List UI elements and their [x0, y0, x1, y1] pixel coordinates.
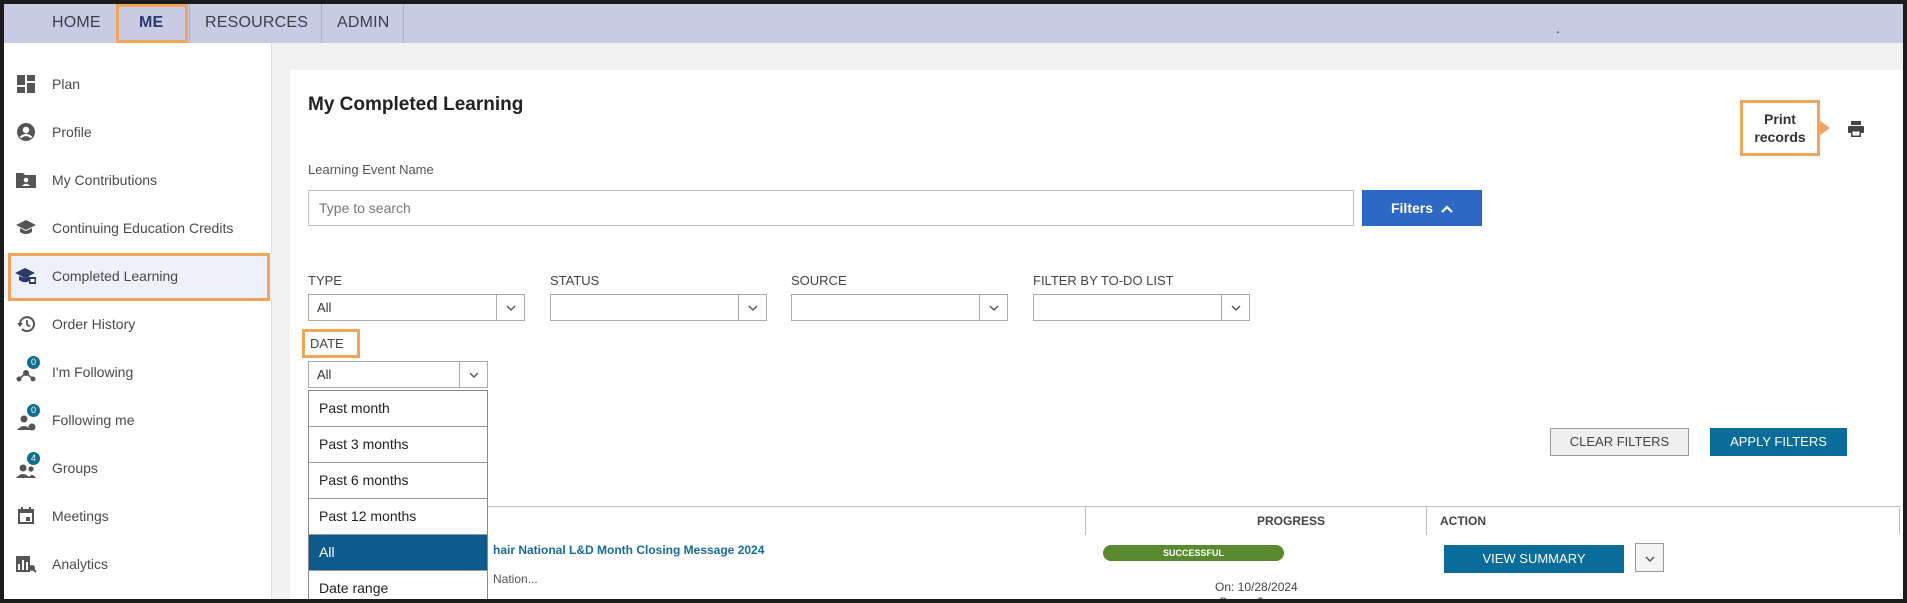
clear-filters-button[interactable]: CLEAR FILTERS [1550, 428, 1689, 456]
tab-home[interactable]: HOME [52, 4, 101, 43]
column-divider [1085, 507, 1086, 535]
sidebar-item-im-following[interactable]: 0 I'm Following [4, 350, 272, 394]
nav-dot: . [1556, 20, 1560, 36]
date-option-past-12-months[interactable]: Past 12 months [309, 499, 487, 535]
progress-column-header: PROGRESS [1257, 514, 1326, 528]
top-nav: HOME ME RESOURCES ADMIN . [4, 4, 1903, 43]
contributions-folder-icon [13, 167, 39, 193]
tab-divider [403, 4, 404, 43]
view-summary-button[interactable]: VIEW SUMMARY [1444, 545, 1624, 573]
row-actions-dropdown-button[interactable] [1635, 543, 1664, 572]
sidebar-item-plan[interactable]: Plan [4, 62, 272, 106]
source-filter-select[interactable] [791, 294, 1008, 321]
following-count-badge: 0 [27, 356, 40, 369]
date-option-date-range[interactable]: Date range [309, 571, 487, 599]
print-records-callout: Print records [1740, 100, 1830, 156]
calendar-icon [13, 503, 39, 529]
main-card: My Completed Learning Print records Lear… [290, 70, 1903, 603]
chevron-down-icon [1221, 295, 1249, 320]
print-callout-line-1: Print [1764, 111, 1796, 127]
chevron-down-icon [979, 295, 1007, 320]
tab-admin[interactable]: ADMIN [321, 4, 390, 43]
completed-learning-highlight [8, 253, 270, 301]
status-badge: SUCCESSFUL [1103, 545, 1284, 561]
type-filter-label: TYPE [308, 273, 342, 288]
sidebar-item-label: Plan [52, 76, 81, 92]
chevron-down-icon [1645, 549, 1655, 567]
filters-button-label: Filters [1390, 200, 1433, 216]
sidebar-item-label: Order History [52, 316, 136, 332]
score-value: Score: 0 [1219, 595, 1264, 603]
column-divider [1426, 507, 1427, 535]
filters-toggle-button[interactable]: Filters [1362, 190, 1482, 226]
sidebar-item-analytics[interactable]: Analytics [4, 542, 272, 586]
date-option-past-month[interactable]: Past month [309, 391, 487, 427]
followers-icon: 0 [13, 404, 40, 433]
date-filter-select[interactable]: All [308, 361, 488, 388]
followers-count-badge: 0 [27, 404, 40, 417]
apply-filters-button[interactable]: APPLY FILTERS [1710, 428, 1847, 456]
date-option-past-6-months[interactable]: Past 6 months [309, 463, 487, 499]
date-option-past-3-months[interactable]: Past 3 months [309, 427, 487, 463]
date-dropdown-menu: Past month Past 3 months Past 6 months P… [308, 390, 488, 599]
print-icon[interactable] [1847, 120, 1867, 140]
action-column-header: ACTION [1440, 514, 1486, 528]
history-icon [13, 311, 39, 337]
sidebar-item-label: I'm Following [52, 364, 134, 380]
app-window: HOME ME RESOURCES ADMIN . Plan Profile M… [0, 0, 1907, 603]
analytics-icon [13, 551, 39, 577]
type-filter-select[interactable]: All [308, 294, 525, 321]
search-label: Learning Event Name [308, 162, 434, 177]
sidebar-item-profile[interactable]: Profile [4, 110, 272, 154]
sidebar-item-label: Groups [52, 460, 98, 476]
type-filter-value: All [317, 300, 332, 315]
groups-icon: 4 [13, 452, 40, 481]
status-filter-label: STATUS [550, 273, 600, 288]
sidebar-item-order-history[interactable]: Order History [4, 302, 272, 346]
date-filter-label: DATE [302, 329, 360, 358]
todo-filter-select[interactable] [1033, 294, 1250, 321]
sidebar-item-label: Continuing Education Credits [52, 220, 234, 236]
tab-resources[interactable]: RESOURCES [189, 4, 308, 43]
sidebar-item-label: My Contributions [52, 172, 158, 188]
status-filter-select[interactable] [550, 294, 767, 321]
chevron-up-icon [1441, 200, 1453, 216]
sidebar-item-label: Profile [52, 124, 92, 140]
completion-date: On: 10/28/2024 [1215, 580, 1298, 594]
page-title: My Completed Learning [308, 94, 524, 115]
learning-event-search-input[interactable] [308, 190, 1354, 226]
chevron-down-icon [496, 295, 524, 320]
sidebar-item-groups[interactable]: 4 Groups [4, 446, 272, 490]
sidebar: Plan Profile My Contributions Continuing… [4, 43, 272, 599]
learning-event-subtitle: Nation... [493, 572, 538, 586]
todo-filter-label: FILTER BY TO-DO LIST [1033, 273, 1174, 288]
following-icon: 0 [13, 356, 40, 385]
source-filter-label: SOURCE [791, 273, 847, 288]
learning-event-title-link[interactable]: hair National L&D Month Closing Message … [493, 543, 764, 557]
groups-count-badge: 4 [27, 452, 40, 465]
sidebar-item-continuing-education-credits[interactable]: Continuing Education Credits [4, 206, 272, 250]
chevron-down-icon [459, 362, 487, 387]
sidebar-item-my-contributions[interactable]: My Contributions [4, 158, 272, 202]
date-option-all[interactable]: All [309, 535, 487, 571]
sidebar-item-following-me[interactable]: 0 Following me [4, 398, 272, 442]
sidebar-item-meetings[interactable]: Meetings [4, 494, 272, 538]
sidebar-item-label: Following me [52, 412, 135, 428]
chevron-down-icon [738, 295, 766, 320]
print-callout-line-2: records [1754, 129, 1806, 145]
graduation-cap-icon [13, 215, 39, 241]
date-filter-value: All [317, 367, 332, 382]
tab-me-highlight [116, 4, 188, 43]
profile-icon [13, 119, 39, 145]
results-table-header: PROGRESS ACTION [308, 506, 1900, 535]
dashboard-icon [13, 71, 39, 97]
sidebar-item-label: Analytics [52, 556, 109, 572]
sidebar-item-label: Meetings [52, 508, 109, 524]
